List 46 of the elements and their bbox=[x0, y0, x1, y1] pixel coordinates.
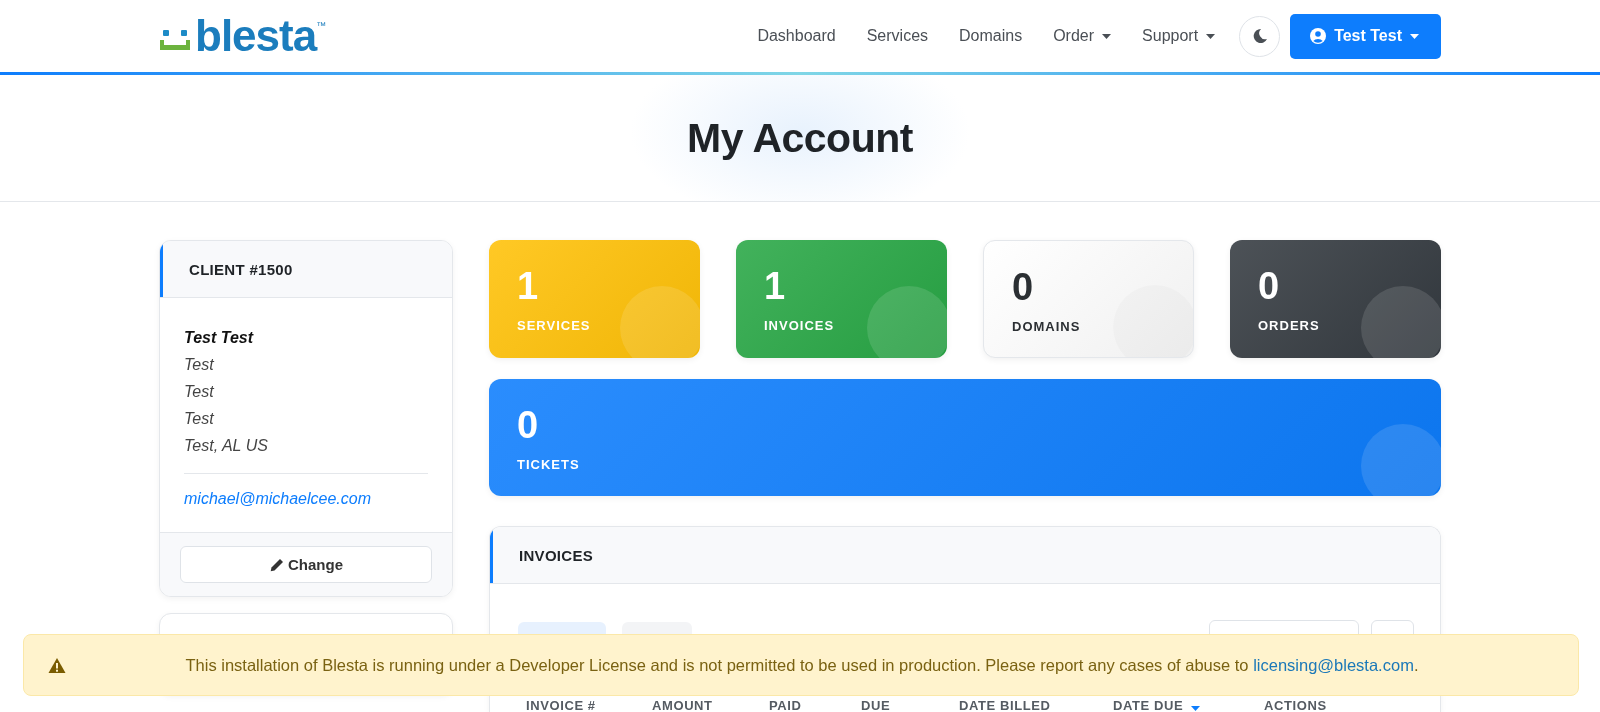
user-menu-button[interactable]: Test Test bbox=[1290, 13, 1441, 59]
column-header[interactable]: PAID bbox=[769, 698, 861, 712]
column-header[interactable]: AMOUNT bbox=[652, 698, 769, 712]
stat-value: 1 bbox=[764, 266, 787, 306]
nav-link[interactable]: Support bbox=[1142, 19, 1216, 53]
page-title: My Account bbox=[687, 114, 913, 162]
stat-card[interactable]: 0 DOMAINS bbox=[983, 240, 1194, 358]
caret-icon bbox=[1410, 33, 1419, 39]
stat-label: TICKETS bbox=[517, 457, 581, 472]
stat-value: 0 bbox=[517, 405, 540, 445]
stat-card[interactable]: 0 ORDERS bbox=[1230, 240, 1441, 358]
pencil-icon bbox=[269, 557, 283, 572]
address-line: Test, AL US bbox=[184, 436, 269, 456]
column-header[interactable]: DUE bbox=[861, 698, 959, 712]
email-link[interactable]: michael@michaelcee.com bbox=[184, 490, 371, 508]
notice-text: This installation of Blesta is running under a Developer License and is not permitted to be used in production. Please report any cases of abuse to licensing@blesta.com. bbox=[184, 655, 1420, 675]
column-header[interactable]: DATE DUE bbox=[1113, 698, 1264, 712]
stat-card[interactable]: 0 TICKETS bbox=[489, 379, 1441, 496]
nav-link[interactable]: Order bbox=[1053, 19, 1112, 53]
column-header[interactable]: ACTIONS bbox=[1264, 698, 1416, 712]
warning-icon bbox=[48, 656, 66, 674]
stat-label: DOMAINS bbox=[1012, 319, 1082, 334]
address-line: Test bbox=[184, 382, 215, 402]
column-header[interactable]: DATE BILLED bbox=[959, 698, 1113, 712]
moon-icon bbox=[1251, 28, 1268, 44]
stat-value: 0 bbox=[1012, 267, 1035, 307]
user-icon bbox=[1310, 28, 1327, 44]
stat-value: 0 bbox=[1258, 266, 1281, 306]
card-title: INVOICES bbox=[519, 546, 594, 564]
stat-label: SERVICES bbox=[517, 318, 592, 333]
change-button[interactable]: Change bbox=[180, 546, 432, 583]
stat-value: 1 bbox=[517, 266, 540, 306]
card-title: CLIENT #1500 bbox=[189, 260, 293, 278]
nav-link[interactable]: Services bbox=[866, 19, 929, 53]
logo[interactable]: blesta™ bbox=[159, 14, 327, 58]
nav-link[interactable]: Domains bbox=[959, 19, 1023, 53]
column-header[interactable]: INVOICE # bbox=[526, 698, 652, 712]
stat-label: INVOICES bbox=[764, 318, 836, 333]
nav-link[interactable]: Dashboard bbox=[757, 19, 836, 53]
email-link[interactable]: licensing@blesta.com bbox=[1253, 655, 1414, 674]
client-name: Test Test bbox=[184, 328, 255, 348]
address-line: Test bbox=[184, 409, 215, 429]
theme-toggle-button[interactable] bbox=[1239, 15, 1281, 57]
address-line: Test bbox=[184, 355, 215, 375]
stat-label: ORDERS bbox=[1258, 318, 1321, 333]
smile-icon bbox=[159, 30, 191, 50]
